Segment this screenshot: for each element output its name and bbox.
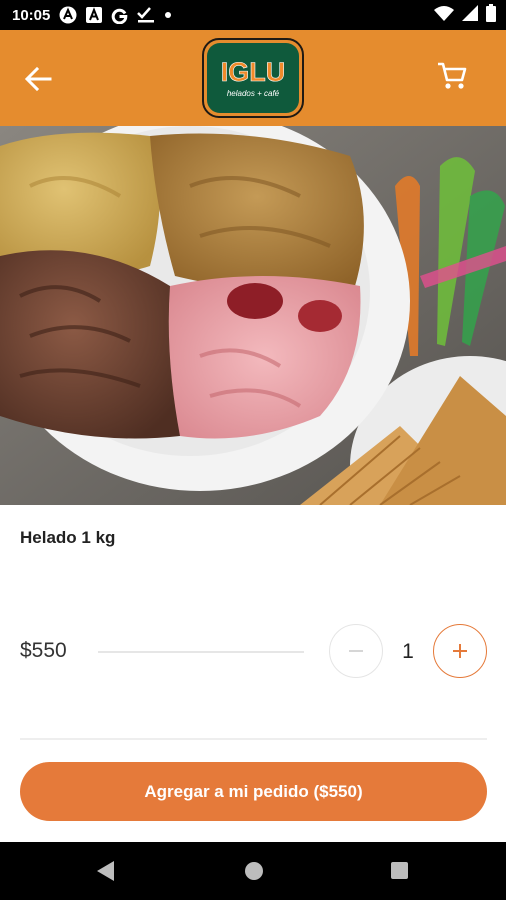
price-divider: [98, 651, 304, 653]
wifi-icon: [434, 5, 454, 26]
signal-icon: [462, 4, 478, 26]
decrease-quantity-button[interactable]: [329, 624, 383, 678]
app-a-icon: [59, 6, 77, 24]
product-price: $550: [20, 639, 67, 662]
nav-recents-icon[interactable]: [391, 862, 408, 879]
font-a-icon: [86, 7, 103, 23]
quantity-value: 1: [402, 640, 414, 663]
nav-home-icon[interactable]: [245, 862, 263, 880]
nav-back-icon[interactable]: [97, 861, 115, 886]
plus-icon: [453, 644, 467, 658]
google-g-icon: [111, 7, 128, 24]
minus-icon: [349, 650, 363, 652]
battery-icon: [486, 3, 496, 27]
shopping-cart-icon[interactable]: [436, 60, 468, 92]
product-image: [0, 126, 506, 505]
add-to-order-button[interactable]: Agregar a mi pedido ($550): [20, 762, 487, 821]
logo-wordmark: IGLU: [221, 57, 286, 87]
status-bar: 10:05: [0, 0, 506, 30]
section-divider: [20, 738, 487, 740]
product-name: Helado 1 kg: [20, 528, 116, 547]
app-bar: IGLU helados + café: [0, 30, 506, 126]
svg-text:helados + café: helados + café: [227, 89, 280, 98]
checklist-icon: [137, 7, 155, 23]
increase-quantity-button[interactable]: [433, 624, 487, 678]
brand-logo: IGLU helados + café: [202, 38, 304, 118]
status-time: 10:05: [12, 6, 51, 24]
dot-icon: [164, 11, 172, 19]
arrow-back-icon[interactable]: [22, 63, 54, 95]
